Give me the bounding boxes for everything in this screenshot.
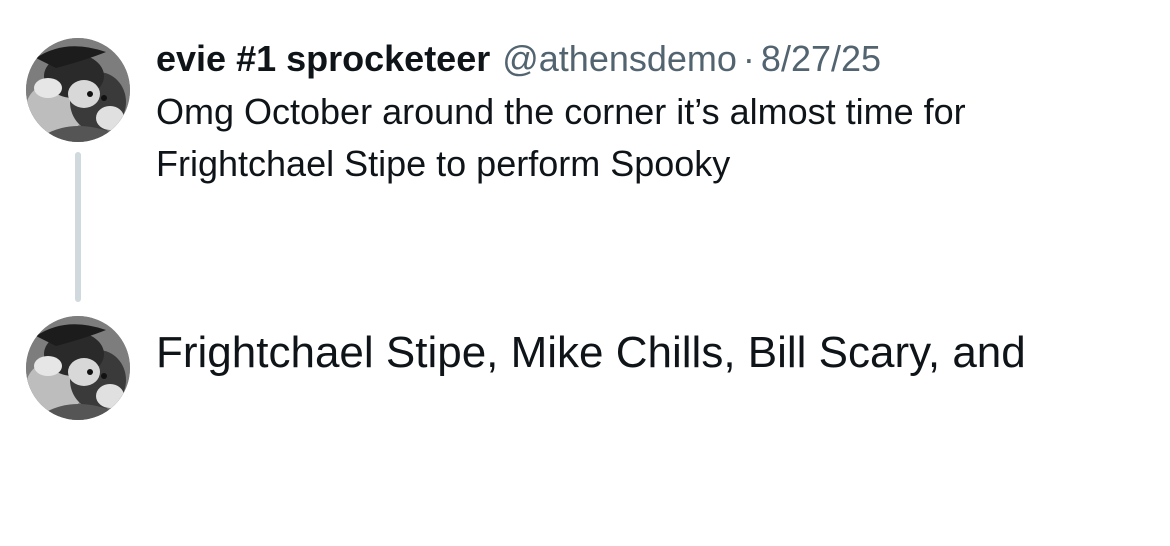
tweet-text: Omg October around the corner it’s almos… [156,91,966,184]
user-handle[interactable]: @athensdemo [502,34,737,84]
tweet-2-text[interactable]: Frightchael Stipe, Mike Chills, Bill Sca… [156,324,1146,382]
separator-dot: · [742,38,755,79]
thread-connector-line [75,152,81,302]
tweet-date[interactable]: 8/27/25 [761,34,881,84]
tweet-thread: evie #1 sprocketeer @athensdemo · 8/27/2… [0,0,1170,546]
display-name[interactable]: evie #1 sprocketeer [156,34,490,84]
tweet-1[interactable]: evie #1 sprocketeer @athensdemo · 8/27/2… [156,34,1146,190]
profile-photo-icon[interactable] [26,38,130,142]
avatar-image [26,38,130,142]
tweet-header: evie #1 sprocketeer @athensdemo · 8/27/2… [156,34,1146,84]
profile-photo-icon[interactable] [26,316,130,420]
avatar-image [26,316,130,420]
